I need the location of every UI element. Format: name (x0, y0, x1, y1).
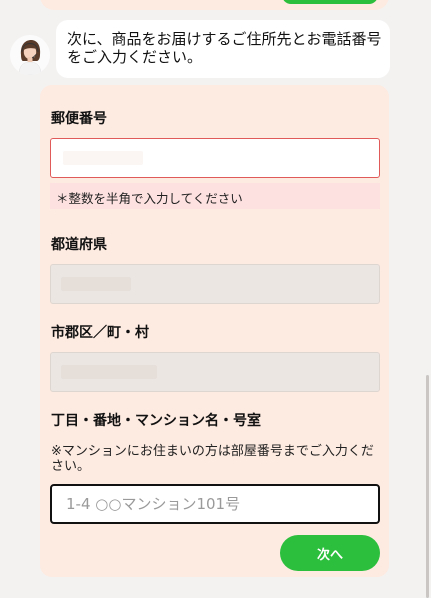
chat-message-bubble: 次に、商品をお届けするご住所先とお電話番号をご入力ください。 (56, 20, 390, 78)
zip-placeholder-blur (63, 151, 143, 165)
zip-input[interactable] (50, 138, 380, 178)
zip-error-message: ＊整数を半角で入力してください (50, 183, 380, 209)
city-placeholder-blur (61, 365, 157, 379)
zip-label: 郵便番号 (51, 111, 107, 127)
address-label: 丁目・番地・マンション名・号室 (51, 413, 261, 429)
scrollbar[interactable] (426, 375, 429, 598)
previous-green-button[interactable] (282, 0, 378, 4)
prefecture-placeholder-blur (61, 277, 131, 291)
address-note: ※マンションにお住まいの方は部屋番号までご入力ください。 (51, 444, 374, 474)
address-input[interactable] (50, 484, 380, 524)
city-label: 市郡区／町・村 (51, 325, 149, 341)
next-button[interactable]: 次へ (280, 535, 380, 571)
operator-avatar-icon (10, 35, 50, 75)
prefecture-field[interactable] (50, 264, 380, 304)
prefecture-label: 都道府県 (51, 237, 107, 253)
chat-message-text: 次に、商品をお届けするご住所先とお電話番号をご入力ください。 (67, 30, 382, 66)
city-field[interactable] (50, 352, 380, 392)
